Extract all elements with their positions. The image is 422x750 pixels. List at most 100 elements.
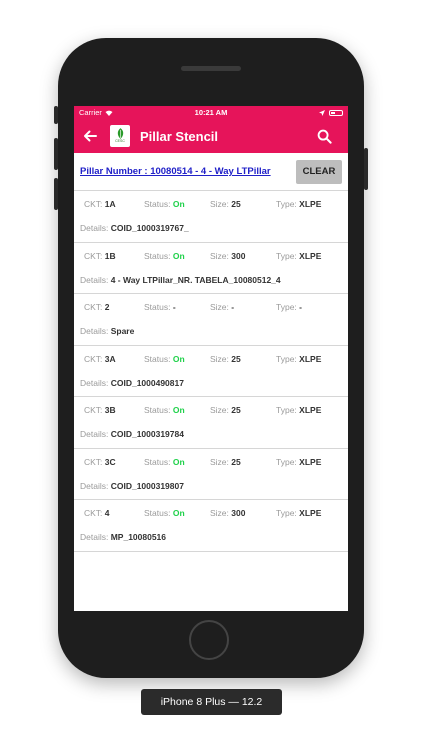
status-value: On (172, 508, 185, 518)
ckt-field: CKT: 1A (84, 199, 116, 209)
type-value: XLPE (299, 456, 322, 467)
ckt-label: CKT: (84, 405, 103, 415)
details-label: Details: (80, 326, 109, 336)
details-field: Details: Spare (80, 326, 348, 338)
ckt-field: CKT: 3C (84, 457, 116, 467)
clear-button[interactable]: CLEAR (296, 159, 342, 184)
pillar-header: Pillar Number : 10080514 - 4 - Way LTPil… (74, 153, 348, 191)
size-field: Size: 25 (210, 199, 241, 209)
ckt-value: 3B (104, 405, 116, 415)
type-value: XLPE (299, 353, 322, 364)
ckt-value: 1A (104, 199, 116, 209)
details-field: Details: COID_1000319807 (80, 481, 348, 493)
size-field: Size: - (210, 302, 234, 312)
status-field: Status: On (144, 457, 185, 467)
ckt-label: CKT: (84, 353, 103, 364)
size-label: Size: (210, 302, 229, 312)
type-field: Type: XLPE (276, 251, 321, 261)
back-arrow-icon[interactable] (82, 128, 98, 144)
status-field: Status: On (144, 251, 185, 261)
row-fields: CKT: 1B Status: On Size: 300 Type: XLPE (74, 251, 348, 263)
app-screen: Carrier 10:21 AM CESC Pillar Stencil Pil… (74, 106, 348, 611)
status-value: On (172, 353, 185, 364)
app-toolbar: CESC Pillar Stencil (74, 119, 348, 153)
type-field: Type: XLPE (276, 405, 321, 415)
size-label: Size: (210, 199, 229, 209)
type-label: Type: (276, 302, 297, 312)
type-value: XLPE (299, 405, 322, 415)
size-value: 300 (231, 508, 246, 518)
details-label: Details: (80, 223, 109, 233)
status-label: Status: (144, 199, 171, 209)
type-value: - (299, 302, 303, 312)
table-row[interactable]: CKT: 1B Status: On Size: 300 Type: XLPE Deta… (74, 243, 348, 294)
details-label: Details: (80, 429, 109, 439)
size-label: Size: (210, 508, 229, 518)
ckt-value: 2 (104, 302, 110, 312)
status-field: Status: - (144, 302, 176, 312)
page-title: Pillar Stencil (140, 128, 219, 144)
status-bar: Carrier 10:21 AM (74, 106, 348, 119)
status-time: 10:21 AM (194, 108, 228, 117)
size-label: Size: (210, 405, 229, 415)
ckt-field: CKT: 1B (84, 251, 116, 261)
details-label: Details: (80, 480, 109, 491)
table-row[interactable]: CKT: 4 Status: On Size: 300 Type: XLPE Detai… (74, 500, 348, 552)
status-field: Status: On (144, 199, 185, 209)
row-fields: CKT: 3B Status: On Size: 25 Type: XLPE (74, 405, 348, 417)
status-value: - (172, 302, 176, 312)
ckt-value: 4 (104, 508, 110, 518)
size-label: Size: (210, 250, 229, 261)
pillar-number-link[interactable]: Pillar Number : 10080514 - 4 - Way LTPil… (80, 166, 296, 177)
ckt-label: CKT: (84, 302, 103, 312)
type-label: Type: (276, 405, 297, 415)
table-row[interactable]: CKT: 3B Status: On Size: 25 Type: XLPE Detai… (74, 397, 348, 449)
battery-icon (329, 109, 343, 116)
ckt-field: CKT: 4 (84, 508, 110, 518)
iphone-frame: Carrier 10:21 AM CESC Pillar Stencil Pil… (54, 38, 368, 678)
type-label: Type: (276, 199, 297, 209)
ckt-value: 1B (104, 250, 116, 261)
app-logo: CESC (110, 125, 130, 147)
row-fields: CKT: 3C Status: On Size: 25 Type: XLPE (74, 457, 348, 469)
device-label: iPhone 8 Plus — 12.2 (141, 689, 282, 715)
details-value: COID_1000319807 (110, 480, 184, 491)
ckt-value: 3A (104, 353, 116, 364)
type-field: Type: XLPE (276, 508, 321, 518)
details-label: Details: (80, 377, 109, 388)
status-label: Status: (144, 353, 171, 364)
ckt-label: CKT: (84, 508, 103, 518)
earpiece-speaker (181, 66, 241, 71)
row-fields: CKT: 1A Status: On Size: 25 Type: XLPE (74, 199, 348, 211)
details-label: Details: (80, 532, 109, 542)
type-field: Type: XLPE (276, 199, 321, 209)
simulator-stage: Carrier 10:21 AM CESC Pillar Stencil Pil… (0, 0, 422, 750)
mute-switch (54, 106, 58, 124)
size-value: 300 (231, 250, 246, 261)
table-row[interactable]: CKT: 1A Status: On Size: 25 Type: XLPE Detai… (74, 191, 348, 243)
logo-text: CESC (115, 139, 125, 144)
type-label: Type: (276, 508, 297, 518)
table-row[interactable]: CKT: 3A Status: On Size: 25 Type: XLPE Detai… (74, 346, 348, 397)
type-field: Type: - (276, 302, 302, 312)
status-field: Status: On (144, 508, 185, 518)
ckt-field: CKT: 3A (84, 354, 116, 364)
status-value: On (172, 456, 185, 467)
ckt-label: CKT: (84, 456, 103, 467)
status-label: Status: (144, 405, 171, 415)
ckt-list: CKT: 1A Status: On Size: 25 Type: XLPE Detai… (74, 191, 348, 552)
size-value: 25 (231, 353, 241, 364)
home-button[interactable] (189, 620, 229, 660)
search-icon[interactable] (317, 129, 332, 144)
details-field: Details: COID_1000319767_ (80, 223, 348, 235)
size-value: 25 (231, 405, 241, 415)
details-value: MP_10080516 (110, 532, 167, 542)
type-value: XLPE (299, 508, 322, 518)
status-label: Status: (144, 250, 171, 261)
size-field: Size: 300 (210, 508, 245, 518)
status-value: On (172, 405, 185, 415)
table-row[interactable]: CKT: 3C Status: On Size: 25 Type: XLPE Detai… (74, 449, 348, 500)
leaf-icon (117, 128, 123, 140)
details-field: Details: COID_1000319784 (80, 429, 348, 441)
table-row[interactable]: CKT: 2 Status: - Size: - Type: - Details: Sp… (74, 294, 348, 346)
